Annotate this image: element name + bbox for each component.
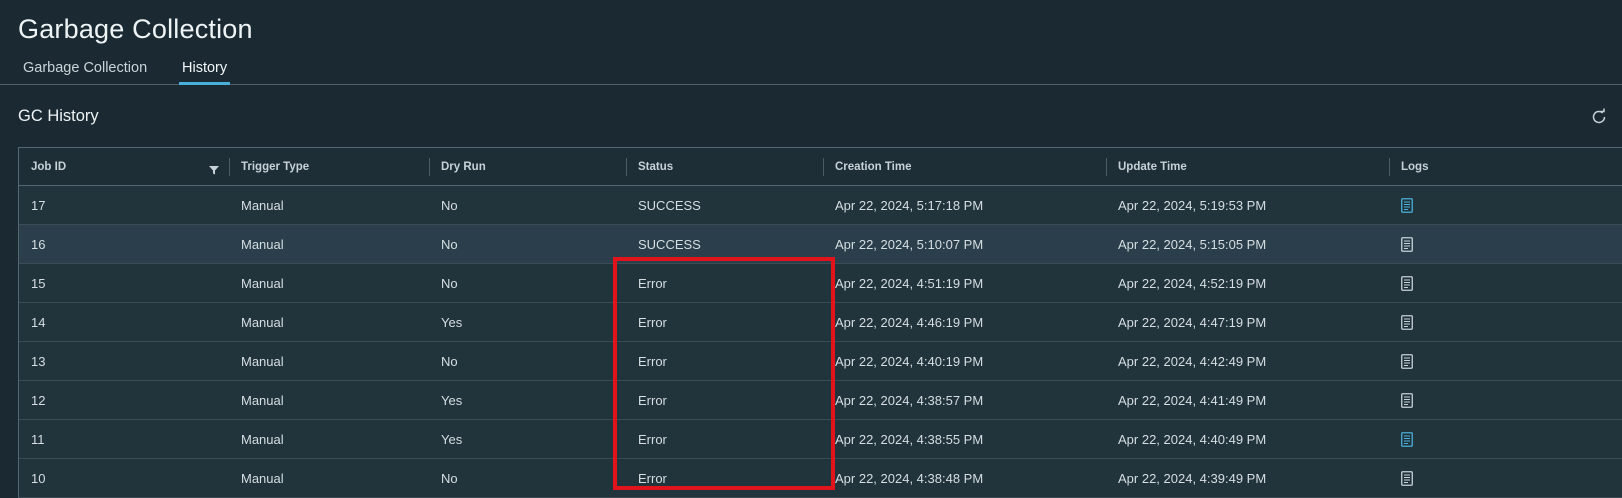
logs-cell — [1389, 186, 1413, 224]
update-time-cell: Apr 22, 2024, 5:15:05 PM — [1118, 236, 1267, 252]
job-id-cell: 11 — [31, 431, 45, 447]
page-title: Garbage Collection — [18, 14, 253, 44]
status-cell: SUCCESS — [638, 236, 701, 252]
tab-garbage-collection[interactable]: Garbage Collection — [20, 60, 150, 85]
status-cell: Error — [638, 314, 667, 330]
dry-run-cell: No — [441, 470, 458, 486]
dry-run-cell: Yes — [441, 431, 463, 447]
creation-time-cell: Apr 22, 2024, 4:38:55 PM — [835, 431, 984, 447]
update-time-cell: Apr 22, 2024, 4:42:49 PM — [1118, 353, 1267, 369]
dry-run-cell: No — [441, 353, 458, 369]
document-icon[interactable] — [1401, 431, 1413, 447]
dry-run-cell: No — [441, 236, 458, 252]
creation-time-cell: Apr 22, 2024, 4:46:19 PM — [835, 314, 984, 330]
logs-cell — [1389, 459, 1413, 497]
job-id-cell: 12 — [31, 392, 46, 408]
trigger-type-cell: Manual — [241, 197, 284, 213]
table-row[interactable]: 16 Manual No SUCCESS Apr 22, 2024, 5:10:… — [19, 225, 1622, 264]
document-icon[interactable] — [1401, 236, 1413, 252]
column-header-update-time[interactable]: Update Time — [1106, 148, 1389, 185]
creation-time-cell: Apr 22, 2024, 4:51:19 PM — [835, 275, 984, 291]
tab-history[interactable]: History — [179, 60, 231, 85]
status-cell: Error — [638, 470, 667, 486]
update-time-cell: Apr 22, 2024, 4:41:49 PM — [1118, 392, 1267, 408]
status-cell: SUCCESS — [638, 197, 701, 213]
trigger-type-cell: Manual — [241, 392, 284, 408]
table-row[interactable]: 12 Manual Yes Error Apr 22, 2024, 4:38:5… — [19, 381, 1622, 420]
table-row[interactable]: 11 Manual Yes Error Apr 22, 2024, 4:38:5… — [19, 420, 1622, 459]
filter-icon[interactable] — [209, 162, 219, 175]
creation-time-cell: Apr 22, 2024, 4:38:48 PM — [835, 470, 984, 486]
dry-run-cell: Yes — [441, 392, 463, 408]
refresh-icon[interactable] — [1590, 108, 1608, 126]
document-icon[interactable] — [1401, 392, 1413, 408]
status-cell: Error — [638, 275, 667, 291]
column-header-logs: Logs — [1401, 160, 1429, 173]
update-time-cell: Apr 22, 2024, 4:47:19 PM — [1118, 314, 1267, 330]
creation-time-cell: Apr 22, 2024, 4:40:19 PM — [835, 353, 984, 369]
column-header-dry-run[interactable]: Dry Run — [429, 148, 626, 185]
column-header-creation-time[interactable]: Creation Time — [823, 148, 1106, 185]
document-icon[interactable] — [1401, 314, 1413, 330]
table-header-row: Job ID Trigger Type Dry Run Status Creat… — [19, 148, 1622, 186]
logs-cell — [1389, 381, 1413, 419]
creation-time-cell: Apr 22, 2024, 5:17:18 PM — [835, 197, 984, 213]
job-id-cell: 17 — [31, 197, 46, 213]
document-icon[interactable] — [1401, 470, 1413, 486]
logs-cell — [1389, 342, 1413, 380]
status-cell: Error — [638, 431, 667, 447]
column-header-trigger-type[interactable]: Trigger Type — [229, 148, 429, 185]
job-id-cell: 14 — [31, 314, 46, 330]
tab-bar: Garbage Collection History — [0, 58, 1622, 85]
trigger-type-cell: Manual — [241, 470, 284, 486]
job-id-cell: 13 — [31, 353, 46, 369]
logs-cell — [1389, 420, 1413, 458]
status-cell: Error — [638, 392, 667, 408]
table-row[interactable]: 10 Manual No Error Apr 22, 2024, 4:38:48… — [19, 459, 1622, 498]
table-row[interactable]: 15 Manual No Error Apr 22, 2024, 4:51:19… — [19, 264, 1622, 303]
document-icon[interactable] — [1401, 275, 1413, 291]
dry-run-cell: Yes — [441, 314, 463, 330]
job-id-cell: 10 — [31, 470, 46, 486]
logs-cell — [1389, 225, 1413, 263]
logs-cell — [1389, 303, 1413, 341]
trigger-type-cell: Manual — [241, 236, 284, 252]
update-time-cell: Apr 22, 2024, 5:19:53 PM — [1118, 197, 1267, 213]
dry-run-cell: No — [441, 197, 458, 213]
creation-time-cell: Apr 22, 2024, 5:10:07 PM — [835, 236, 984, 252]
document-icon[interactable] — [1401, 353, 1413, 369]
trigger-type-cell: Manual — [241, 314, 284, 330]
gc-history-table: Job ID Trigger Type Dry Run Status Creat… — [18, 147, 1622, 498]
section-title: GC History — [18, 107, 99, 125]
trigger-type-cell: Manual — [241, 353, 284, 369]
logs-cell — [1389, 264, 1413, 302]
document-icon[interactable] — [1401, 197, 1413, 213]
job-id-cell: 16 — [31, 236, 46, 252]
job-id-cell: 15 — [31, 275, 46, 291]
update-time-cell: Apr 22, 2024, 4:39:49 PM — [1118, 470, 1267, 486]
column-header-job-id[interactable]: Job ID — [19, 148, 229, 185]
update-time-cell: Apr 22, 2024, 4:40:49 PM — [1118, 431, 1267, 447]
column-header-status[interactable]: Status — [626, 148, 823, 185]
table-row[interactable]: 14 Manual Yes Error Apr 22, 2024, 4:46:1… — [19, 303, 1622, 342]
creation-time-cell: Apr 22, 2024, 4:38:57 PM — [835, 392, 984, 408]
status-cell: Error — [638, 353, 667, 369]
table-row[interactable]: 13 Manual No Error Apr 22, 2024, 4:40:19… — [19, 342, 1622, 381]
dry-run-cell: No — [441, 275, 458, 291]
trigger-type-cell: Manual — [241, 275, 284, 291]
trigger-type-cell: Manual — [241, 431, 284, 447]
update-time-cell: Apr 22, 2024, 4:52:19 PM — [1118, 275, 1267, 291]
table-row[interactable]: 17 Manual No SUCCESS Apr 22, 2024, 5:17:… — [19, 186, 1622, 225]
